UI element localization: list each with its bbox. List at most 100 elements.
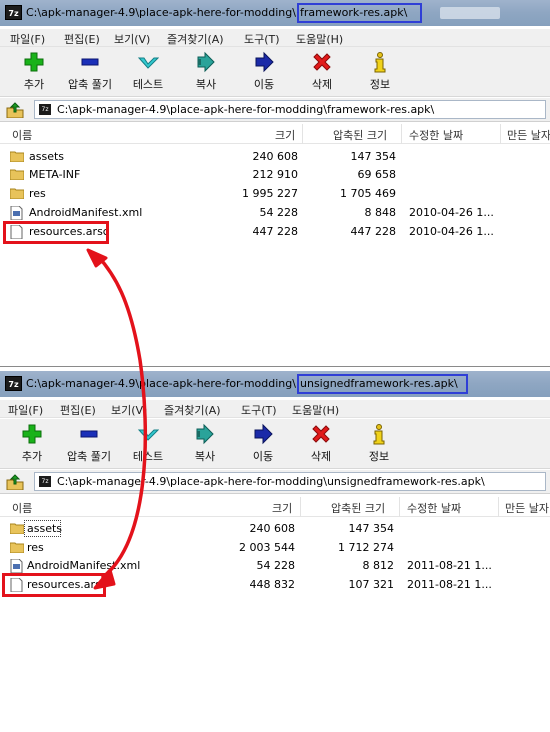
test-label: 테스트 — [132, 450, 164, 463]
extract-button[interactable]: 압축 풀기 — [61, 423, 117, 467]
col-name[interactable]: 이름 — [12, 500, 32, 516]
app-icon: 7z — [5, 376, 22, 391]
test-icon — [137, 429, 159, 441]
move-button[interactable]: 이동 — [236, 51, 292, 95]
menu-bar: 파일(F) 편집(E) 보기(V) 즐겨찾기(A) 도구(T) 도움말(H) — [0, 400, 550, 418]
file-modified: 2011-08-21 1... — [407, 559, 492, 572]
file-name: res — [29, 187, 46, 200]
archive-icon: 7z — [39, 104, 51, 115]
address-text: C:\apk-manager-4.9\place-apk-here-for-mo… — [57, 103, 435, 116]
test-button[interactable]: 테스트 — [120, 51, 176, 95]
file-list-header: 이름 크기 압축된 크기 수정한 날짜 만든 날자 — [0, 124, 550, 144]
xml-file-icon — [10, 559, 23, 573]
col-modified[interactable]: 수정한 날짜 — [409, 127, 463, 143]
add-button[interactable]: 추가 — [6, 51, 62, 95]
file-packed: 1 712 274 — [338, 541, 394, 554]
archive-window-1: 7z C:\apk-manager-4.9\place-apk-here-for… — [0, 0, 550, 366]
address-field[interactable]: 7z C:\apk-manager-4.9\place-apk-here-for… — [34, 472, 546, 491]
file-packed: 8 812 — [362, 559, 395, 572]
add-icon — [22, 424, 42, 444]
add-button[interactable]: 추가 — [4, 423, 60, 467]
extract-button[interactable]: 압축 풀기 — [62, 51, 118, 95]
col-created[interactable]: 만든 날자 — [505, 500, 549, 516]
menu-favorites[interactable]: 즐겨찾기(A) — [164, 402, 221, 418]
col-size[interactable]: 크기 — [275, 127, 295, 143]
file-modified: 2010-04-26 1... — [409, 225, 494, 238]
extract-label: 압축 풀기 — [68, 78, 112, 91]
test-label: 테스트 — [132, 78, 164, 91]
menu-favorites[interactable]: 즐겨찾기(A) — [167, 31, 224, 47]
info-label: 정보 — [368, 450, 390, 463]
add-label: 추가 — [21, 450, 43, 463]
file-name: META-INF — [29, 168, 81, 181]
move-button[interactable]: 이동 — [235, 423, 291, 467]
file-packed: 447 228 — [350, 225, 397, 238]
info-button[interactable]: 정보 — [352, 51, 408, 95]
title-blur — [440, 7, 500, 19]
col-name[interactable]: 이름 — [12, 127, 32, 143]
menu-edit[interactable]: 편집(E) — [60, 402, 96, 418]
menu-view[interactable]: 보기(V) — [111, 402, 147, 418]
file-row[interactable]: AndroidManifest.xml 54 228 8 848 2010-04… — [0, 204, 550, 222]
col-divider — [399, 497, 400, 517]
file-size: 2 003 544 — [239, 541, 295, 554]
menu-file[interactable]: 파일(F) — [10, 31, 45, 47]
file-size: 240 608 — [249, 522, 296, 535]
col-created[interactable]: 만든 날자 — [507, 127, 550, 143]
menu-help[interactable]: 도움말(H) — [296, 31, 343, 47]
file-row[interactable]: assets 240 608 147 354 — [0, 148, 550, 166]
copy-icon — [197, 51, 215, 73]
col-size[interactable]: 크기 — [272, 500, 292, 516]
folder-up-icon[interactable] — [6, 102, 24, 118]
file-row[interactable]: res 2 003 544 1 712 274 — [0, 539, 550, 557]
app-icon: 7z — [5, 5, 22, 20]
address-field[interactable]: 7z C:\apk-manager-4.9\place-apk-here-for… — [34, 100, 546, 119]
folder-icon — [10, 188, 24, 199]
menu-tools[interactable]: 도구(T) — [244, 31, 280, 47]
delete-icon — [312, 425, 330, 443]
address-bar: 7z C:\apk-manager-4.9\place-apk-here-for… — [0, 98, 550, 122]
col-packed[interactable]: 압축된 크기 — [333, 127, 387, 143]
archive-window-2: 7z C:\apk-manager-4.9\place-apk-here-for… — [0, 366, 550, 732]
focus-rect — [24, 520, 61, 537]
test-button[interactable]: 테스트 — [120, 423, 176, 467]
folder-icon — [10, 542, 24, 553]
file-row[interactable]: META-INF 212 910 69 658 — [0, 166, 550, 184]
add-label: 추가 — [23, 78, 45, 91]
menu-view[interactable]: 보기(V) — [114, 31, 150, 47]
file-list-header: 이름 크기 압축된 크기 수정한 날짜 만든 날자 — [0, 497, 550, 517]
col-modified[interactable]: 수정한 날짜 — [407, 500, 461, 516]
delete-button[interactable]: 삭제 — [293, 423, 349, 467]
col-divider — [500, 124, 501, 144]
folder-icon — [10, 151, 24, 162]
folder-up-icon[interactable] — [6, 474, 24, 490]
file-row[interactable]: res 1 995 227 1 705 469 — [0, 185, 550, 203]
file-name: assets — [29, 150, 65, 163]
window-title-path: C:\apk-manager-4.9\place-apk-here-for-mo… — [26, 377, 296, 390]
info-button[interactable]: 정보 — [351, 423, 407, 467]
test-icon — [137, 57, 159, 69]
title-bar[interactable]: 7z C:\apk-manager-4.9\place-apk-here-for… — [0, 0, 550, 26]
delete-label: 삭제 — [311, 78, 333, 91]
copy-icon — [196, 423, 214, 445]
menu-tools[interactable]: 도구(T) — [241, 402, 277, 418]
copy-button[interactable]: 복사 — [177, 423, 233, 467]
menu-help[interactable]: 도움말(H) — [292, 402, 339, 418]
info-icon — [374, 52, 386, 73]
move-label: 이동 — [253, 78, 275, 91]
address-text: C:\apk-manager-4.9\place-apk-here-for-mo… — [57, 475, 485, 488]
menu-edit[interactable]: 편집(E) — [64, 31, 100, 47]
file-size: 54 228 — [256, 559, 296, 572]
file-row[interactable]: assets 240 608 147 354 — [0, 520, 550, 538]
title-bar[interactable]: 7z C:\apk-manager-4.9\place-apk-here-for… — [0, 371, 550, 397]
file-size: 448 832 — [249, 578, 296, 591]
title-highlight-box — [297, 374, 468, 394]
menu-file[interactable]: 파일(F) — [8, 402, 43, 418]
copy-button[interactable]: 복사 — [178, 51, 234, 95]
delete-button[interactable]: 삭제 — [294, 51, 350, 95]
file-name: res — [27, 541, 44, 554]
delete-icon — [313, 53, 331, 71]
extract-icon — [81, 58, 99, 66]
window-title-path: C:\apk-manager-4.9\place-apk-here-for-mo… — [26, 6, 296, 19]
col-packed[interactable]: 압축된 크기 — [331, 500, 385, 516]
